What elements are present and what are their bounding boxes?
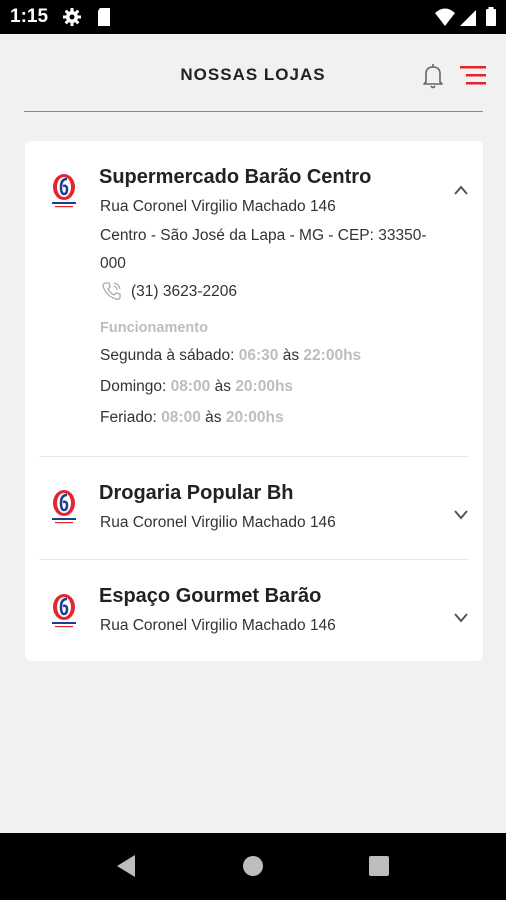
hours-title: Funcionamento (100, 320, 208, 336)
app-header: NOSSAS LOJAS (0, 34, 506, 112)
status-time: 1:15 (10, 6, 49, 27)
navigation-bar (0, 833, 506, 900)
chevron-down-icon[interactable] (453, 507, 469, 525)
header-divider (24, 111, 483, 112)
hours-open: 08:00 (170, 378, 211, 395)
store-name: Drogaria Popular Bh (99, 482, 294, 504)
back-icon[interactable] (114, 853, 138, 884)
hours-sep: às (214, 378, 231, 395)
store-city-cont: 000 (100, 255, 126, 272)
hours-row: Segunda à sábado: 06:30 às 22:00hs (100, 347, 361, 365)
list-divider (39, 456, 469, 457)
hours-open: 06:30 (238, 347, 279, 364)
hours-sep: às (282, 347, 300, 364)
store-city: Centro - São José da Lapa - MG - CEP: 33… (100, 227, 427, 244)
home-icon[interactable] (242, 855, 264, 882)
status-bar: 1:15 (0, 0, 506, 34)
hours-label: Segunda à sábado: (100, 347, 235, 364)
hours-close: 20:00hs (235, 378, 294, 395)
store-street: Rua Coronel Virgilio Machado 146 (100, 617, 336, 634)
signal-icon (459, 7, 477, 32)
hours-sep: às (205, 409, 222, 426)
hours-open: 08:00 (161, 409, 201, 426)
store-logo (49, 169, 79, 211)
hours-row: Domingo: 08:00 às 20:00hs (100, 378, 293, 396)
hours-label: Feriado: (100, 409, 157, 426)
store-phone[interactable]: (31) 3623-2206 (131, 283, 237, 301)
recents-icon[interactable] (368, 855, 390, 882)
battery-icon (485, 7, 497, 32)
bell-icon[interactable] (422, 62, 444, 95)
store-logo (49, 485, 79, 527)
store-street: Rua Coronel Virgilio Machado 146 (100, 198, 336, 215)
phone-icon (101, 281, 123, 306)
store-name: Supermercado Barão Centro (99, 166, 372, 188)
hours-close: 20:00hs (225, 409, 284, 426)
store-street: Rua Coronel Virgilio Machado 146 (100, 514, 336, 531)
stores-card: Supermercado Barão Centro Rua Coronel Vi… (25, 141, 483, 661)
store-logo (49, 589, 79, 631)
wifi-icon (434, 7, 456, 32)
list-divider (39, 559, 469, 560)
chevron-up-icon[interactable] (453, 183, 469, 201)
sim-card-icon (96, 7, 112, 32)
menu-icon[interactable] (460, 64, 488, 93)
hours-label: Domingo: (100, 378, 167, 395)
hours-row: Feriado: 08:00 às 20:00hs (100, 409, 284, 427)
chevron-down-icon[interactable] (453, 610, 469, 628)
settings-icon (62, 7, 82, 32)
hours-close: 22:00hs (303, 347, 362, 364)
store-name: Espaço Gourmet Barão (99, 585, 322, 607)
